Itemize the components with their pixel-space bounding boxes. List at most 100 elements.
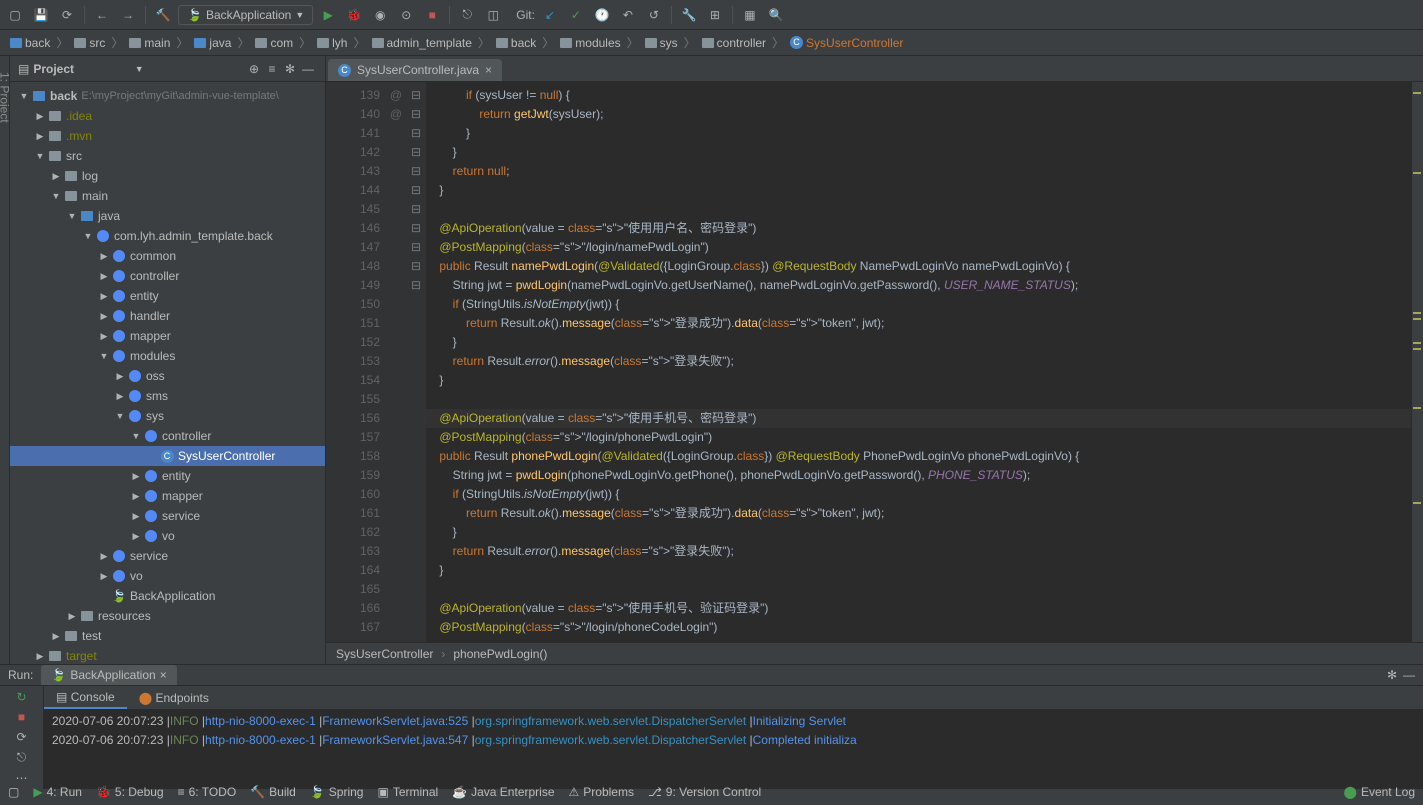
breadcrumb-item[interactable]: back — [492, 35, 540, 51]
tree-item[interactable]: main — [10, 186, 325, 206]
expand-icon[interactable]: ≡ — [263, 62, 281, 76]
breadcrumb-item[interactable]: lyh — [313, 35, 351, 51]
tree-item[interactable]: com.lyh.admin_template.back — [10, 226, 325, 246]
structure-icon[interactable]: ⊞ — [704, 4, 726, 26]
breadcrumb-item[interactable]: com — [251, 35, 297, 51]
tree-item[interactable]: java — [10, 206, 325, 226]
vcs-tool-button[interactable]: ⎇9: Version Control — [648, 785, 761, 799]
debug-tool-button[interactable]: 🐞5: Debug — [96, 785, 164, 799]
tree-item[interactable]: modules — [10, 346, 325, 366]
tree-item[interactable]: .idea — [10, 106, 325, 126]
services-icon[interactable]: ◫ — [482, 4, 504, 26]
code-editor[interactable]: 1391401411421431441451461471481491501511… — [326, 82, 1423, 642]
debug-icon[interactable]: 🐞 — [343, 4, 365, 26]
breadcrumb-item[interactable]: CSysUserController — [786, 35, 907, 51]
avatar-icon[interactable]: ▦ — [739, 4, 761, 26]
breadcrumb-item[interactable]: controller — [698, 35, 770, 51]
tree-item[interactable]: entity — [10, 286, 325, 306]
tree-item[interactable]: src — [10, 146, 325, 166]
tree-item[interactable]: handler — [10, 306, 325, 326]
git-update-icon[interactable]: ↙ — [539, 4, 561, 26]
run-tab[interactable]: 🍃 BackApplication × — [41, 665, 176, 685]
git-history-icon[interactable]: 🕐 — [591, 4, 613, 26]
gear-icon[interactable]: ✻ — [1387, 668, 1397, 682]
git-undo-icon[interactable]: ↺ — [643, 4, 665, 26]
restart-icon[interactable]: ⟳ — [16, 730, 26, 744]
search-icon[interactable]: 🔍 — [765, 4, 787, 26]
breadcrumb-item[interactable]: sys — [641, 35, 682, 51]
build-icon[interactable]: 🔨 — [152, 4, 174, 26]
tree-item[interactable]: test — [10, 626, 325, 646]
tree-item[interactable]: controller — [10, 266, 325, 286]
breadcrumb-item[interactable]: java — [190, 35, 235, 51]
stop-icon[interactable]: ■ — [421, 4, 443, 26]
run-icon[interactable]: ▶ — [317, 4, 339, 26]
editor-tab[interactable]: C SysUserController.java × — [328, 59, 502, 81]
javaee-tool-button[interactable]: ☕Java Enterprise — [452, 785, 554, 799]
annotation-gutter: @@ — [386, 82, 406, 642]
build-tool-button[interactable]: 🔨Build — [250, 785, 296, 799]
more-icon[interactable]: ⋯ — [16, 771, 28, 785]
tree-item[interactable]: sms — [10, 386, 325, 406]
tree-item[interactable]: entity — [10, 466, 325, 486]
wrench-icon[interactable]: 🔧 — [678, 4, 700, 26]
tree-item[interactable]: resources — [10, 606, 325, 626]
problems-tool-button[interactable]: ⚠Problems — [569, 785, 634, 799]
attach-icon[interactable]: ⎋ — [456, 4, 478, 26]
rerun-icon[interactable]: ↻ — [16, 690, 26, 704]
todo-tool-button[interactable]: ≡6: TODO — [178, 785, 237, 799]
close-icon[interactable]: × — [160, 668, 167, 682]
coverage-icon[interactable]: ◉ — [369, 4, 391, 26]
forward-icon[interactable]: → — [117, 4, 139, 26]
back-icon[interactable]: ← — [91, 4, 113, 26]
run-config-selector[interactable]: 🍃 BackApplication ▼ — [178, 5, 313, 25]
git-commit-icon[interactable]: ✓ — [565, 4, 587, 26]
error-stripe[interactable] — [1411, 82, 1423, 642]
breadcrumb-item[interactable]: back — [6, 35, 54, 51]
breadcrumb-item[interactable]: main — [125, 35, 174, 51]
breadcrumb-item[interactable]: modules — [556, 35, 624, 51]
tree-item[interactable]: backE:\myProject\myGit\admin-vue-templat… — [10, 86, 325, 106]
tool-indicator[interactable]: ▢ — [8, 785, 19, 799]
tree-item[interactable]: 🍃BackApplication — [10, 586, 325, 606]
exit-icon[interactable]: ⎋ — [17, 750, 27, 765]
code-content[interactable]: if (sysUser != null) { return getJwt(sys… — [426, 82, 1411, 642]
tree-item[interactable]: service — [10, 546, 325, 566]
tree-item[interactable]: vo — [10, 526, 325, 546]
tree-item[interactable]: mapper — [10, 326, 325, 346]
tree-item[interactable]: controller — [10, 426, 325, 446]
hide-icon[interactable]: — — [299, 62, 317, 76]
run-tool-button[interactable]: ▶4: Run — [33, 785, 82, 799]
tree-item[interactable]: sys — [10, 406, 325, 426]
open-icon[interactable]: ▢ — [4, 4, 26, 26]
git-rollback-icon[interactable]: ↶ — [617, 4, 639, 26]
tree-item[interactable]: target — [10, 646, 325, 664]
tree-item[interactable]: service — [10, 506, 325, 526]
tree-item[interactable]: log — [10, 166, 325, 186]
tree-item[interactable]: .mvn — [10, 126, 325, 146]
breadcrumb-method[interactable]: phonePwdLogin() — [453, 647, 547, 661]
hide-icon[interactable]: — — [1403, 668, 1415, 682]
breadcrumb-item[interactable]: src — [70, 35, 109, 51]
tree-item[interactable]: vo — [10, 566, 325, 586]
profile-icon[interactable]: ⊙ — [395, 4, 417, 26]
sync-icon[interactable]: ⟳ — [56, 4, 78, 26]
locate-icon[interactable]: ⊕ — [245, 62, 263, 76]
chevron-down-icon[interactable]: ▼ — [135, 64, 144, 74]
close-icon[interactable]: × — [485, 63, 492, 77]
terminal-tool-button[interactable]: ▣Terminal — [377, 785, 438, 799]
breadcrumb-item[interactable]: admin_template — [368, 35, 476, 51]
spring-tool-button[interactable]: 🍃Spring — [310, 785, 364, 799]
console-tab[interactable]: ▤ Console — [44, 687, 127, 709]
stop-icon[interactable]: ■ — [18, 710, 25, 724]
breadcrumb-class[interactable]: SysUserController — [336, 647, 433, 661]
event-log-button[interactable]: ⬤Event Log — [1344, 785, 1415, 799]
save-icon[interactable]: 💾 — [30, 4, 52, 26]
gear-icon[interactable]: ✻ — [281, 62, 299, 76]
tree-item[interactable]: oss — [10, 366, 325, 386]
tree-item[interactable]: mapper — [10, 486, 325, 506]
tree-item[interactable]: CSysUserController — [10, 446, 325, 466]
console-output[interactable]: 2020-07-06 20:07:23 |INFO |http-nio-8000… — [44, 710, 1423, 789]
endpoints-tab[interactable]: ⬤ Endpoints — [127, 688, 221, 708]
tree-item[interactable]: common — [10, 246, 325, 266]
